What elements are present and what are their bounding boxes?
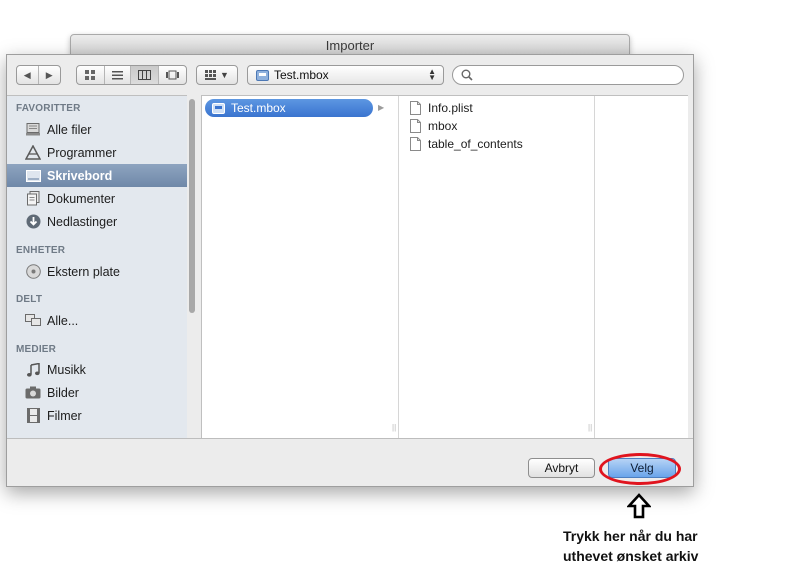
sidebar-item-label: Dokumenter	[47, 191, 116, 206]
network-icon	[25, 313, 41, 329]
all-files-icon	[25, 122, 41, 138]
disclosure-arrow-icon: ▶	[378, 103, 385, 112]
icon-view-button[interactable]	[77, 66, 105, 84]
file-item-mbox[interactable]: mbox	[410, 117, 457, 135]
sidebar: FAVORITTER Alle filer Programmer Skriveb…	[7, 95, 187, 438]
search-icon	[461, 69, 473, 81]
sidebar-item-documents[interactable]: Dokumenter	[7, 187, 187, 210]
mbox-folder-icon	[212, 103, 225, 114]
forward-arrow-icon: ▶	[45, 69, 53, 80]
document-icon	[410, 137, 421, 151]
column-view-button[interactable]	[131, 66, 159, 84]
sidebar-item-all-shared[interactable]: Alle...	[7, 309, 187, 332]
desktop-icon	[25, 168, 41, 184]
sidebar-scrollbar[interactable]	[189, 99, 195, 313]
sidebar-item-label: Nedlastinger	[47, 214, 118, 229]
downloads-icon	[25, 214, 41, 230]
sidebar-item-applications[interactable]: Programmer	[7, 141, 187, 164]
document-icon	[410, 101, 421, 115]
arrow-up-icon	[627, 493, 651, 519]
column-item-label: Test.mbox	[231, 101, 286, 115]
view-mode-selector	[76, 65, 187, 85]
list-view-button[interactable]	[105, 66, 132, 84]
applications-icon	[25, 145, 41, 161]
back-button[interactable]: ◀	[17, 66, 39, 84]
sidebar-item-label: Programmer	[47, 145, 117, 160]
popup-arrows-icon: ▲ ▼	[428, 67, 436, 82]
sidebar-item-label: Alle...	[47, 313, 79, 328]
column-divider[interactable]	[398, 96, 399, 438]
importer-window-titlebar: Importer	[70, 34, 630, 56]
instruction-line-1: Trykk her når du har	[563, 528, 698, 544]
column-resize-grip[interactable]: ||	[588, 423, 592, 432]
coverflow-view-button[interactable]	[159, 66, 186, 84]
sidebar-item-external-disk[interactable]: Ekstern plate	[7, 260, 187, 283]
sidebar-section-shared: DELT	[16, 294, 43, 305]
sidebar-item-downloads[interactable]: Nedlastinger	[7, 210, 187, 233]
sidebar-item-pictures[interactable]: Bilder	[7, 381, 187, 404]
search-input[interactable]	[477, 67, 683, 83]
forward-button[interactable]: ▶	[39, 66, 60, 84]
column-item-test-mbox[interactable]: Test.mbox	[205, 99, 373, 117]
sidebar-item-label: Ekstern plate	[47, 264, 120, 279]
icon-view-icon	[85, 70, 96, 80]
panel-footer: Avbryt Velg	[7, 438, 693, 486]
open-panel: ◀ ▶ ▼ Test.mbox ▲ ▼ FAVORITTER Alle file…	[6, 54, 694, 487]
sidebar-item-music[interactable]: Musikk	[7, 358, 187, 381]
instruction-line-2: uthevet ønsket arkiv	[563, 548, 699, 564]
sidebar-item-all-files[interactable]: Alle filer	[7, 118, 187, 141]
window-title: Importer	[325, 38, 375, 53]
list-view-icon	[111, 70, 123, 79]
search-field[interactable]	[452, 65, 684, 85]
mbox-folder-icon	[256, 70, 269, 81]
file-item-info-plist[interactable]: Info.plist	[410, 99, 473, 117]
file-item-table-of-contents[interactable]: table_of_contents	[410, 135, 523, 153]
sidebar-section-favorites: FAVORITTER	[16, 103, 81, 114]
back-arrow-icon: ◀	[23, 69, 31, 80]
arrange-grid-icon	[205, 70, 217, 80]
column-resize-grip[interactable]: ||	[392, 423, 396, 432]
sidebar-item-movies[interactable]: Filmer	[7, 404, 187, 427]
document-icon	[410, 119, 421, 133]
highlight-ring	[599, 453, 681, 485]
coverflow-view-icon	[165, 70, 179, 80]
sidebar-item-label: Skrivebord	[47, 168, 113, 183]
nav-back-forward: ◀ ▶	[16, 65, 61, 85]
music-icon	[25, 362, 41, 378]
path-popup[interactable]: Test.mbox ▲ ▼	[247, 65, 444, 85]
sidebar-section-devices: ENHETER	[16, 245, 66, 256]
arrange-menu-button[interactable]: ▼	[196, 65, 238, 85]
file-item-label: table_of_contents	[428, 137, 523, 151]
sidebar-item-label: Musikk	[47, 362, 86, 377]
panel-toolbar: ◀ ▶ ▼ Test.mbox ▲ ▼	[7, 55, 693, 95]
chevron-down-icon: ▼	[220, 70, 229, 80]
instruction-text: Trykk her når du har uthevet ønsket arki…	[563, 526, 783, 566]
file-item-label: Info.plist	[428, 101, 473, 115]
path-popup-label: Test.mbox	[274, 68, 329, 82]
file-item-label: mbox	[428, 119, 458, 133]
film-icon	[25, 408, 41, 424]
sidebar-item-label: Bilder	[47, 385, 79, 400]
column-divider[interactable]	[594, 96, 595, 438]
sidebar-item-label: Alle filer	[47, 122, 92, 137]
column-view-icon	[137, 70, 151, 80]
cancel-button[interactable]: Avbryt	[528, 458, 595, 478]
column-browser: Test.mbox ▶ || Info.plist mbox table_of_…	[201, 95, 688, 438]
sidebar-item-desktop[interactable]: Skrivebord	[7, 164, 187, 187]
documents-icon	[25, 191, 41, 207]
sidebar-section-media: MEDIER	[16, 344, 57, 355]
disk-icon	[25, 264, 41, 280]
sidebar-item-label: Filmer	[47, 408, 82, 423]
camera-icon	[25, 385, 41, 401]
